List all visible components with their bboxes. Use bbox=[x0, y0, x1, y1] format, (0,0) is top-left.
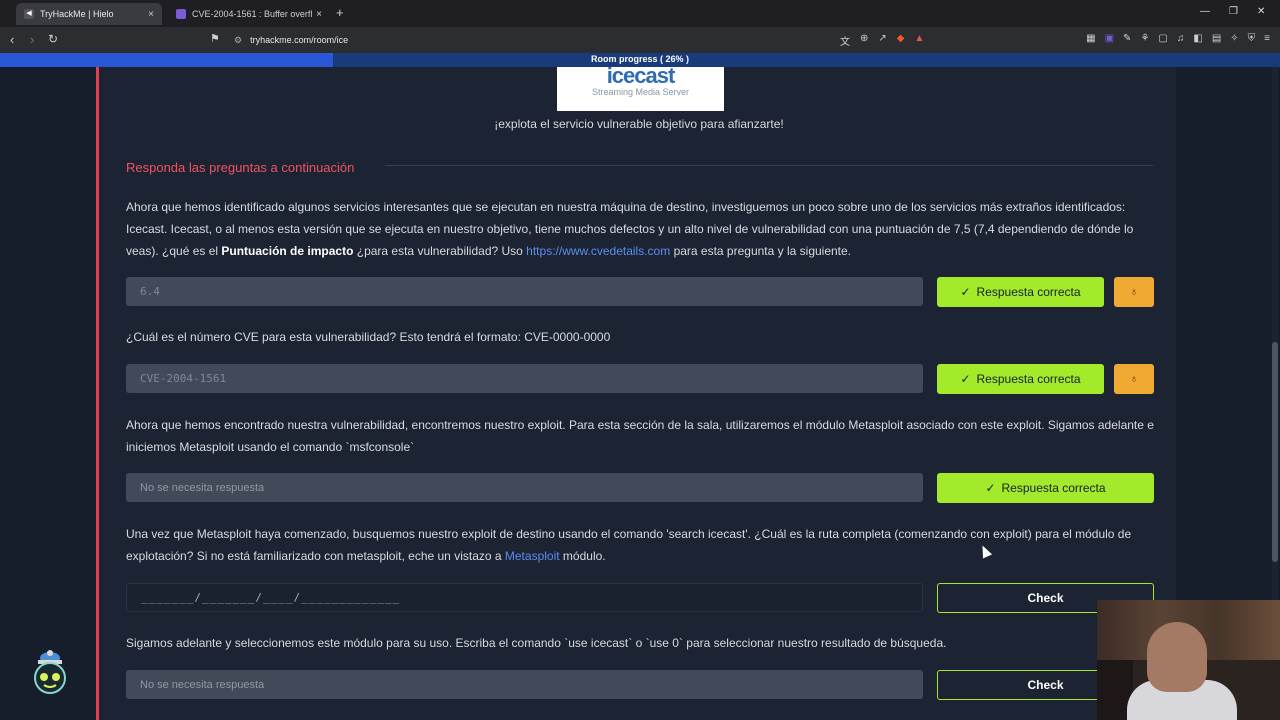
question-2-correct-button[interactable]: ✓ Respuesta correcta bbox=[937, 364, 1104, 394]
question-2-hint-button[interactable]: ♁ bbox=[1114, 364, 1154, 394]
translate-icon[interactable]: 文 bbox=[840, 33, 850, 48]
question-2-text: ¿Cuál es el número CVE para esta vulnera… bbox=[126, 330, 611, 344]
tab-tryhackme[interactable]: ◀ TryHackMe | Hielo × bbox=[16, 3, 162, 25]
zoom-icon[interactable]: ⊕ bbox=[860, 33, 868, 48]
logo-subtitle: Streaming Media Server bbox=[591, 87, 690, 97]
question-5-text: Sigamos adelante y seleccionemos este mó… bbox=[126, 636, 947, 650]
question-3-text: Ahora que hemos encontrado nuestra vulne… bbox=[126, 418, 1154, 454]
task-card: icecast Streaming Media Server ¡explota … bbox=[96, 63, 1176, 720]
logo-title: icecast bbox=[606, 63, 676, 88]
browser-tab-bar: ◀ TryHackMe | Hielo × CVE-2004-1561 : Bu… bbox=[0, 0, 1280, 27]
tab-label: TryHackMe | Hielo bbox=[40, 9, 114, 19]
maximize-icon[interactable]: ❐ bbox=[1229, 6, 1238, 17]
question-1-hint-button[interactable]: ♁ bbox=[1114, 277, 1154, 307]
brave-shield-icon[interactable]: ◆ bbox=[897, 33, 905, 48]
wallet-icon[interactable]: ▤ bbox=[1212, 33, 1221, 44]
question-1-answer-field[interactable]: 6.4 bbox=[126, 277, 923, 306]
check-icon: ✓ bbox=[985, 481, 996, 495]
audio-icon: ◀ bbox=[24, 9, 34, 19]
menu-icon[interactable]: ≡ bbox=[1264, 33, 1270, 44]
question-5-answer-field[interactable]: No se necesita respuesta bbox=[126, 670, 923, 699]
webcam-overlay bbox=[1097, 600, 1280, 720]
question-4-answer-input[interactable]: _______/_______/____/_____________ bbox=[126, 583, 923, 612]
minimize-icon[interactable]: — bbox=[1200, 6, 1210, 17]
site-info-icon[interactable]: ⚙ bbox=[234, 35, 242, 46]
question-1-correct-button[interactable]: ✓ Respuesta correcta bbox=[937, 277, 1104, 307]
metasploit-link[interactable]: Metasploit bbox=[505, 549, 560, 563]
question-1-text: Ahora que hemos identificado algunos ser… bbox=[126, 200, 1134, 258]
tryhackme-mascot-icon[interactable] bbox=[28, 650, 72, 696]
question-4-text: Una vez que Metasploit haya comenzado, b… bbox=[126, 527, 1132, 563]
share-icon[interactable]: ↗ bbox=[878, 33, 886, 48]
tab-cve[interactable]: CVE-2004-1561 : Buffer overflow in Ic × bbox=[168, 3, 330, 25]
bookmark-icon[interactable]: ⚑ bbox=[210, 32, 220, 45]
leo-icon[interactable]: ✧ bbox=[1230, 33, 1238, 44]
reload-icon[interactable]: ↻ bbox=[48, 32, 58, 46]
url-text: tryhackme.com/room/ice bbox=[250, 35, 349, 45]
extension-grid-icon[interactable]: ▦ bbox=[1086, 33, 1095, 44]
address-bar-row: ‹ › ↻ ⚑ ⚙ tryhackme.com/room/ice 文 ⊕ ↗ ◆… bbox=[0, 27, 1280, 53]
question-3-correct-button[interactable]: ✓ Respuesta correcta bbox=[937, 473, 1154, 503]
cvedetails-link[interactable]: https://www.cvedetails.com bbox=[526, 244, 670, 258]
cve-favicon-icon bbox=[176, 9, 186, 19]
questions-heading: Responda las preguntas a continuación bbox=[126, 160, 355, 175]
sidebar-icon[interactable]: ◧ bbox=[1193, 33, 1202, 44]
new-tab-button[interactable]: + bbox=[336, 5, 344, 20]
check-icon: ✓ bbox=[960, 285, 971, 299]
check-icon: ✓ bbox=[960, 372, 971, 386]
back-icon[interactable]: ‹ bbox=[10, 32, 14, 47]
question-2-answer-field[interactable]: CVE-2004-1561 bbox=[126, 364, 923, 393]
extensions-icon[interactable]: ⚘ bbox=[1140, 33, 1149, 44]
task-caption: ¡explota el servicio vulnerable objetivo… bbox=[494, 117, 784, 131]
extension-puzzle-icon[interactable]: ✎ bbox=[1123, 33, 1131, 44]
vpn-icon[interactable]: ⛨ bbox=[1248, 33, 1256, 44]
lightbulb-icon: ♁ bbox=[1129, 373, 1139, 385]
close-window-icon[interactable]: ✕ bbox=[1257, 6, 1265, 17]
screenshot-icon[interactable]: ▢ bbox=[1158, 33, 1167, 44]
close-tab-icon[interactable]: × bbox=[316, 9, 322, 20]
icecast-logo-image: icecast Streaming Media Server bbox=[557, 63, 724, 111]
room-page: icecast Streaming Media Server ¡explota … bbox=[0, 63, 1280, 720]
divider bbox=[385, 165, 1153, 166]
extension-icon[interactable]: ▣ bbox=[1105, 33, 1114, 44]
tab-label: CVE-2004-1561 : Buffer overflow in Ic bbox=[192, 9, 313, 19]
scrollbar-thumb[interactable] bbox=[1272, 342, 1278, 562]
lightbulb-icon: ♁ bbox=[1129, 286, 1139, 298]
question-3-answer-field[interactable]: No se necesita respuesta bbox=[126, 473, 923, 502]
close-tab-icon[interactable]: × bbox=[148, 9, 154, 20]
forward-icon[interactable]: › bbox=[30, 32, 34, 47]
media-icon[interactable]: ♫ bbox=[1177, 33, 1185, 44]
brave-rewards-icon[interactable]: ▲ bbox=[914, 33, 924, 48]
